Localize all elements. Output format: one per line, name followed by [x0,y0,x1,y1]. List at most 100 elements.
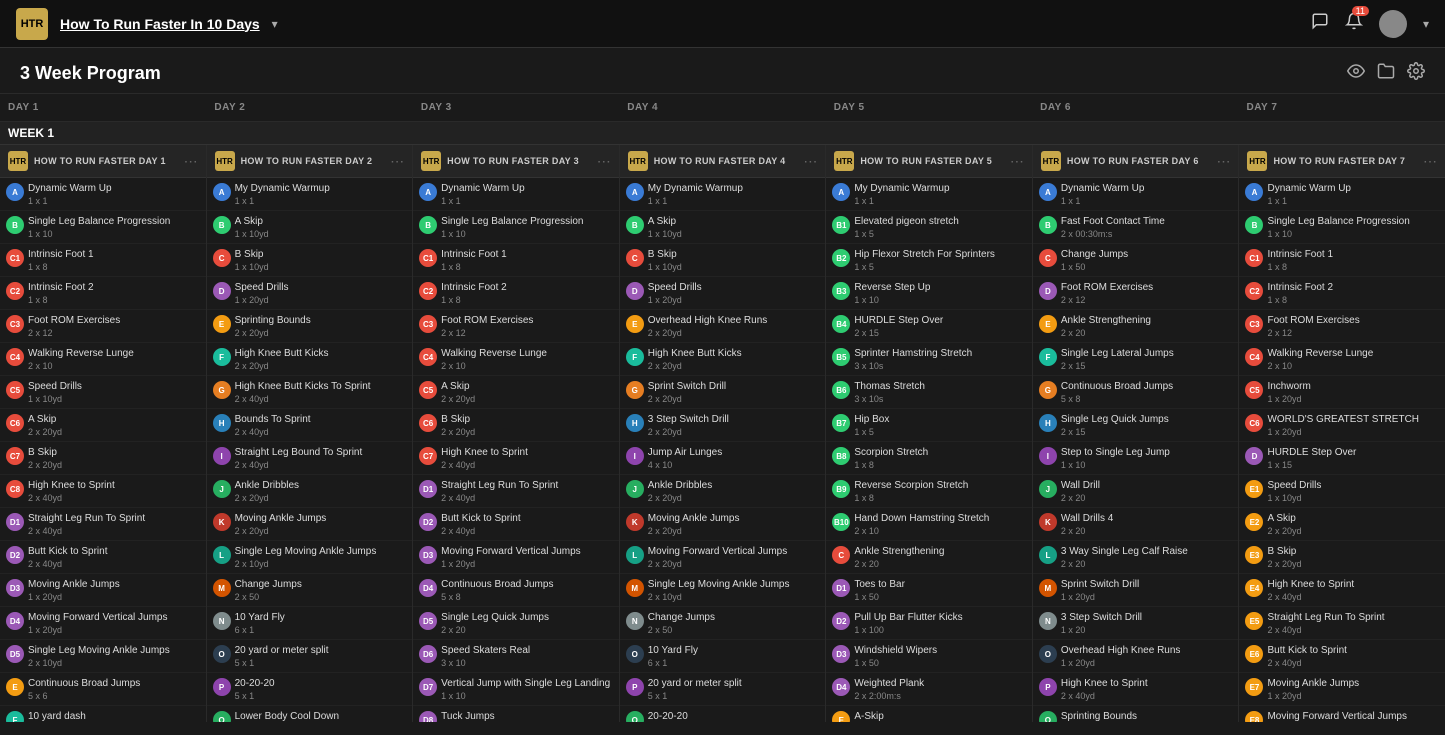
exercise-item[interactable]: B2 Hip Flexor Stretch For Sprinters 1 x … [826,244,1032,277]
exercise-item[interactable]: B Fast Foot Contact Time 2 x 00:30m:s [1033,211,1239,244]
exercise-item[interactable]: B A Skip 1 x 10yd [207,211,413,244]
exercise-item[interactable]: L 3 Way Single Leg Calf Raise 2 x 20 [1033,541,1239,574]
exercise-item[interactable]: N 10 Yard Fly 6 x 1 [207,607,413,640]
exercise-item[interactable]: G High Knee Butt Kicks To Sprint 2 x 40y… [207,376,413,409]
exercise-item[interactable]: A Dynamic Warm Up 1 x 1 [413,178,619,211]
exercise-item[interactable]: J Ankle Dribbles 2 x 20yd [207,475,413,508]
exercise-item[interactable]: E2 A Skip 2 x 20yd [1239,508,1445,541]
exercise-item[interactable]: B Single Leg Balance Progression 1 x 10 [1239,211,1445,244]
exercise-item[interactable]: B Single Leg Balance Progression 1 x 10 [0,211,206,244]
exercise-item[interactable]: P 20 yard or meter split 5 x 1 [620,673,826,706]
exercise-item[interactable]: E Sprinting Bounds 2 x 20yd [207,310,413,343]
exercise-item[interactable]: M Change Jumps 2 x 50 [207,574,413,607]
exercise-item[interactable]: J Wall Drill 2 x 20 [1033,475,1239,508]
exercise-item[interactable]: C4 Walking Reverse Lunge 2 x 10 [1239,343,1445,376]
exercise-item[interactable]: Q Sprinting Bounds 1 x 20yd [1033,706,1239,722]
exercise-item[interactable]: B5 Sprinter Hamstring Stretch 3 x 10s [826,343,1032,376]
exercise-item[interactable]: D3 Moving Forward Vertical Jumps 1 x 20y… [413,541,619,574]
exercise-item[interactable]: E6 Butt Kick to Sprint 2 x 40yd [1239,640,1445,673]
exercise-item[interactable]: D8 Tuck Jumps 5 x 10 [413,706,619,722]
exercise-item[interactable]: H Single Leg Quick Jumps 2 x 15 [1033,409,1239,442]
exercise-item[interactable]: H Bounds To Sprint 2 x 40yd [207,409,413,442]
exercise-item[interactable]: D4 Moving Forward Vertical Jumps 1 x 20y… [0,607,206,640]
exercise-item[interactable]: D7 Vertical Jump with Single Leg Landing… [413,673,619,706]
exercise-item[interactable]: C3 Foot ROM Exercises 2 x 12 [413,310,619,343]
exercise-item[interactable]: O Overhead High Knee Runs 1 x 20yd [1033,640,1239,673]
exercise-item[interactable]: E8 Moving Forward Vertical Jumps 1 x 20y… [1239,706,1445,722]
eye-icon[interactable] [1347,62,1365,85]
exercise-item[interactable]: C6 A Skip 2 x 20yd [0,409,206,442]
nav-title[interactable]: How To Run Faster In 10 Days [60,16,260,32]
exercise-item[interactable]: C Ankle Strengthening 2 x 20 [826,541,1032,574]
exercise-item[interactable]: A Dynamic Warm Up 1 x 1 [1239,178,1445,211]
exercise-item[interactable]: B Single Leg Balance Progression 1 x 10 [413,211,619,244]
exercise-item[interactable]: C1 Intrinsic Foot 1 1 x 8 [413,244,619,277]
exercise-item[interactable]: I Jump Air Lunges 4 x 10 [620,442,826,475]
card-menu-icon[interactable]: ⋯ [1216,153,1230,170]
exercise-item[interactable]: F Single Leg Lateral Jumps 2 x 15 [1033,343,1239,376]
card-menu-icon[interactable]: ⋯ [803,153,817,170]
settings-icon[interactable] [1407,62,1425,85]
exercise-item[interactable]: C4 Walking Reverse Lunge 2 x 10 [413,343,619,376]
exercise-item[interactable]: E4 High Knee to Sprint 2 x 40yd [1239,574,1445,607]
exercise-item[interactable]: C5 A Skip 2 x 20yd [413,376,619,409]
exercise-item[interactable]: C3 Foot ROM Exercises 2 x 12 [1239,310,1445,343]
exercise-item[interactable]: D4 Continuous Broad Jumps 5 x 8 [413,574,619,607]
exercise-item[interactable]: E Ankle Strengthening 2 x 20 [1033,310,1239,343]
exercise-item[interactable]: C B Skip 1 x 10yd [207,244,413,277]
exercise-item[interactable]: C2 Intrinsic Foot 2 1 x 8 [1239,277,1445,310]
exercise-item[interactable]: A Dynamic Warm Up 1 x 1 [1033,178,1239,211]
nav-chevron-icon[interactable]: ▾ [272,17,278,31]
exercise-item[interactable]: I Step to Single Leg Jump 1 x 10 [1033,442,1239,475]
exercise-item[interactable]: D5 Single Leg Moving Ankle Jumps 2 x 10y… [0,640,206,673]
exercise-item[interactable]: A My Dynamic Warmup 1 x 1 [826,178,1032,211]
exercise-item[interactable]: P 20-20-20 5 x 1 [207,673,413,706]
exercise-item[interactable]: Q Lower Body Cool Down 1 x 1 [207,706,413,722]
exercise-item[interactable]: D3 Moving Ankle Jumps 1 x 20yd [0,574,206,607]
exercise-item[interactable]: B8 Scorpion Stretch 1 x 8 [826,442,1032,475]
notification-icon[interactable]: 11 [1345,12,1363,35]
exercise-item[interactable]: F 10 yard dash 5 x 1 [0,706,206,722]
exercise-item[interactable]: C2 Intrinsic Foot 2 1 x 8 [413,277,619,310]
exercise-item[interactable]: O 10 Yard Fly 6 x 1 [620,640,826,673]
exercise-item[interactable]: C5 Inchworm 1 x 20yd [1239,376,1445,409]
exercise-item[interactable]: B3 Reverse Step Up 1 x 10 [826,277,1032,310]
exercise-item[interactable]: D4 Weighted Plank 2 x 2:00m:s [826,673,1032,706]
exercise-item[interactable]: B10 Hand Down Hamstring Stretch 2 x 10 [826,508,1032,541]
exercise-item[interactable]: N 3 Step Switch Drill 1 x 20 [1033,607,1239,640]
exercise-item[interactable]: C B Skip 1 x 10yd [620,244,826,277]
exercise-item[interactable]: D2 Butt Kick to Sprint 2 x 40yd [0,541,206,574]
exercise-item[interactable]: C7 B Skip 2 x 20yd [0,442,206,475]
card-menu-icon[interactable]: ⋯ [1010,153,1024,170]
exercise-item[interactable]: C5 Speed Drills 1 x 10yd [0,376,206,409]
exercise-item[interactable]: E A-Skip 1 x 20yd [826,706,1032,722]
exercise-item[interactable]: D Foot ROM Exercises 2 x 12 [1033,277,1239,310]
exercise-item[interactable]: B7 Hip Box 1 x 5 [826,409,1032,442]
exercise-item[interactable]: C7 High Knee to Sprint 2 x 40yd [413,442,619,475]
exercise-item[interactable]: D1 Straight Leg Run To Sprint 2 x 40yd [0,508,206,541]
exercise-item[interactable]: F High Knee Butt Kicks 2 x 20yd [207,343,413,376]
exercise-item[interactable]: L Moving Forward Vertical Jumps 2 x 20yd [620,541,826,574]
exercise-item[interactable]: B6 Thomas Stretch 3 x 10s [826,376,1032,409]
exercise-item[interactable]: M Single Leg Moving Ankle Jumps 2 x 10yd [620,574,826,607]
exercise-item[interactable]: D6 Speed Skaters Real 3 x 10 [413,640,619,673]
exercise-item[interactable]: D2 Butt Kick to Sprint 2 x 40yd [413,508,619,541]
exercise-item[interactable]: A My Dynamic Warmup 1 x 1 [620,178,826,211]
exercise-item[interactable]: D3 Windshield Wipers 1 x 50 [826,640,1032,673]
exercise-item[interactable]: D1 Straight Leg Run To Sprint 2 x 40yd [413,475,619,508]
exercise-item[interactable]: E3 B Skip 2 x 20yd [1239,541,1445,574]
exercise-item[interactable]: B4 HURDLE Step Over 2 x 15 [826,310,1032,343]
exercise-item[interactable]: E Overhead High Knee Runs 2 x 20yd [620,310,826,343]
exercise-item[interactable]: D1 Toes to Bar 1 x 50 [826,574,1032,607]
exercise-item[interactable]: C2 Intrinsic Foot 2 1 x 8 [0,277,206,310]
exercise-item[interactable]: D HURDLE Step Over 1 x 15 [1239,442,1445,475]
exercise-item[interactable]: B1 Elevated pigeon stretch 1 x 5 [826,211,1032,244]
exercise-item[interactable]: A Dynamic Warm Up 1 x 1 [0,178,206,211]
exercise-item[interactable]: C3 Foot ROM Exercises 2 x 12 [0,310,206,343]
exercise-item[interactable]: C1 Intrinsic Foot 1 1 x 8 [1239,244,1445,277]
exercise-item[interactable]: D2 Pull Up Bar Flutter Kicks 1 x 100 [826,607,1032,640]
exercise-item[interactable]: P High Knee to Sprint 2 x 40yd [1033,673,1239,706]
exercise-item[interactable]: H 3 Step Switch Drill 2 x 20yd [620,409,826,442]
exercise-item[interactable]: B9 Reverse Scorpion Stretch 1 x 8 [826,475,1032,508]
exercise-item[interactable]: O 20 yard or meter split 5 x 1 [207,640,413,673]
